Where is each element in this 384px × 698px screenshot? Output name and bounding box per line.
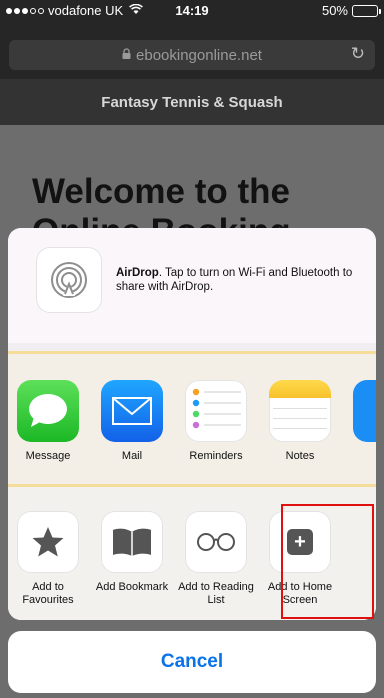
url-text: ebookingonline.net	[136, 46, 262, 64]
site-header: Fantasy Tennis & Squash	[0, 79, 384, 125]
site-title: Fantasy Tennis & Squash	[101, 93, 283, 111]
share-app-label: Mail	[121, 450, 143, 462]
share-app-label: Message	[25, 450, 71, 462]
action-add-to-favourites[interactable]: Add to Favourites	[8, 511, 88, 607]
battery-indicator: 50%	[321, 3, 381, 18]
highlight-box	[281, 504, 374, 619]
notes-icon	[269, 380, 331, 442]
share-app-more[interactable]	[344, 380, 376, 442]
glasses-icon	[185, 511, 247, 573]
action-add-bookmark[interactable]: Add Bookmark	[92, 511, 172, 594]
airdrop-section[interactable]: AirDrop. Tap to turn on Wi-Fi and Blueto…	[8, 228, 376, 343]
airdrop-icon[interactable]	[36, 247, 102, 313]
partially-visible-app-icon	[353, 380, 376, 442]
share-app-mail[interactable]: Mail	[92, 380, 172, 463]
action-label: Add Bookmark	[95, 581, 169, 593]
lock-icon	[122, 48, 131, 62]
battery-icon	[352, 4, 381, 17]
airdrop-title: AirDrop	[116, 267, 159, 279]
share-app-message[interactable]: Message	[8, 380, 88, 463]
address-bar[interactable]: ebookingonline.net ↻	[9, 40, 375, 70]
share-app-reminders[interactable]: Reminders	[176, 380, 256, 463]
book-icon	[101, 511, 163, 573]
reload-icon[interactable]: ↻	[351, 44, 365, 64]
mail-icon	[101, 380, 163, 442]
airdrop-description: AirDrop. Tap to turn on Wi-Fi and Blueto…	[116, 266, 366, 294]
browser-top-bar: vodafone UK 14:19 50% ebookingonline.net…	[0, 0, 384, 79]
reminders-icon	[185, 380, 247, 442]
action-add-to-reading-list[interactable]: Add to Reading List	[176, 511, 256, 607]
action-label: Add to Favourites	[22, 581, 74, 606]
message-icon	[17, 380, 79, 442]
share-apps-row: Message Mail Reminders Notes	[8, 354, 376, 484]
cancel-button[interactable]: Cancel	[8, 631, 376, 693]
status-bar: vodafone UK 14:19 50%	[0, 0, 384, 22]
share-app-label: Notes	[285, 450, 315, 462]
action-label: Add to Reading List	[178, 581, 254, 606]
share-app-label: Reminders	[189, 450, 243, 462]
battery-percent: 50%	[321, 3, 348, 18]
star-icon	[17, 511, 79, 573]
share-app-notes[interactable]: Notes	[260, 380, 340, 463]
